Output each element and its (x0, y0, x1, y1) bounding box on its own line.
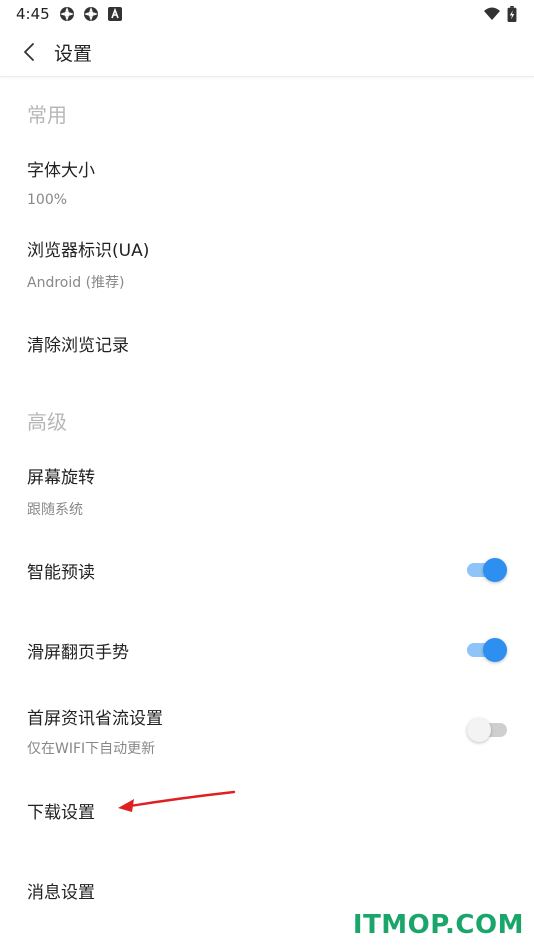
status-time: 4:45 (16, 5, 50, 23)
data-saver-toggle[interactable] (467, 718, 507, 742)
toggle-thumb (483, 558, 507, 582)
smart-preload-toggle[interactable] (467, 558, 507, 582)
setting-value: 跟随系统 (27, 502, 83, 518)
setting-screen-rotation[interactable]: 屏幕旋转 跟随系统 (0, 455, 534, 525)
setting-user-agent[interactable]: 浏览器标识(UA) Android (推荐) (0, 228, 534, 298)
page-title: 设置 (54, 43, 93, 65)
setting-label: 字体大小 (27, 161, 95, 181)
setting-label: 浏览器标识(UA) (27, 241, 150, 261)
annotation-arrow-icon (118, 790, 236, 812)
setting-clear-history[interactable]: 清除浏览记录 (0, 315, 534, 371)
setting-download[interactable]: 下载设置 (0, 782, 534, 838)
app-bar: 设置 (0, 28, 534, 77)
swipe-gesture-toggle[interactable] (467, 638, 507, 662)
setting-font-size[interactable]: 字体大小 100% (0, 148, 534, 218)
setting-label: 屏幕旋转 (27, 468, 95, 488)
setting-value: 100% (27, 192, 68, 208)
setting-label: 清除浏览记录 (27, 336, 129, 356)
setting-label: 滑屏翻页手势 (27, 643, 129, 663)
setting-label: 消息设置 (27, 883, 95, 903)
gear-app-icon (60, 7, 74, 21)
battery-icon (507, 6, 517, 22)
toggle-thumb (483, 638, 507, 662)
setting-value: 仅在WIFI下自动更新 (27, 741, 156, 757)
wifi-icon (484, 7, 500, 20)
setting-smart-preload[interactable]: 智能预读 (0, 542, 534, 598)
setting-data-saver[interactable]: 首屏资讯省流设置 仅在WIFI下自动更新 (0, 696, 534, 766)
setting-swipe-gesture[interactable]: 滑屏翻页手势 (0, 622, 534, 678)
setting-label: 智能预读 (27, 563, 95, 583)
section-header-advanced: 高级 (27, 410, 67, 434)
watermark-text: ITMOP.COM (352, 910, 524, 940)
setting-label: 下载设置 (27, 803, 95, 823)
setting-value: Android (推荐) (27, 275, 125, 291)
status-bar: 4:45 (0, 0, 534, 28)
gear-app-icon (84, 7, 98, 21)
a-app-icon (108, 7, 122, 21)
section-header-common: 常用 (27, 103, 67, 127)
chevron-left-icon[interactable] (14, 36, 46, 68)
toggle-thumb (467, 718, 491, 742)
setting-label: 首屏资讯省流设置 (27, 709, 163, 729)
